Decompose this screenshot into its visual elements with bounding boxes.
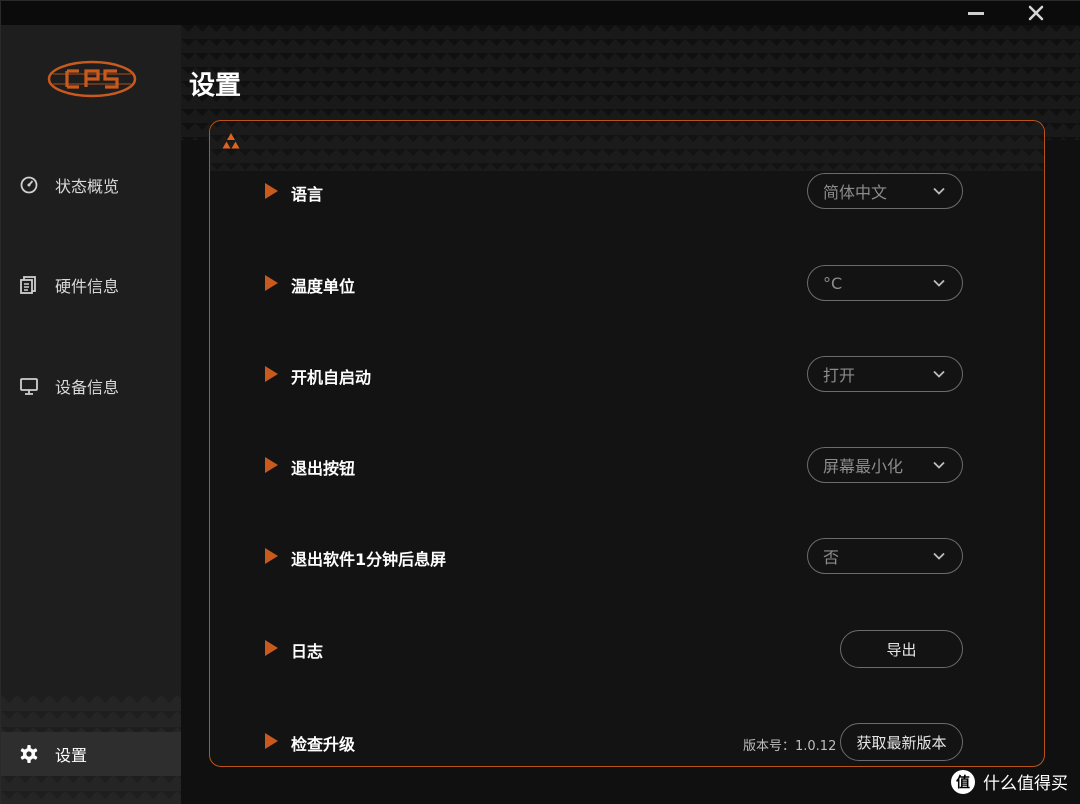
select-value: 否	[823, 548, 840, 567]
main-content: 设置 语言 简体中文 温度单位 °C 开机自启动 打开 退出按钮 屏幕最小化 退…	[181, 25, 1080, 804]
sidebar-item-label: 硬件信息	[55, 277, 120, 296]
row-marker-icon	[265, 183, 278, 199]
select-value: 屏幕最小化	[823, 457, 904, 476]
settings-panel: 语言 简体中文 温度单位 °C 开机自启动 打开 退出按钮 屏幕最小化 退出软件…	[209, 120, 1045, 767]
minimize-button[interactable]	[956, 1, 996, 25]
row-marker-icon	[265, 548, 278, 564]
exit-button-select[interactable]: 屏幕最小化	[807, 447, 963, 483]
row-marker-icon	[265, 733, 278, 749]
setting-row-check-update: 检查升级 版本号：1.0.12 获取最新版本	[265, 721, 1025, 761]
setting-row-autostart: 开机自启动 打开	[265, 354, 1025, 394]
setting-label: 开机自启动	[291, 368, 372, 387]
watermark-text: 什么值得买	[983, 774, 1068, 794]
setting-row-language: 语言 简体中文	[265, 171, 1025, 211]
row-marker-icon	[265, 366, 278, 382]
watermark: 值 什么值得买	[951, 769, 1068, 794]
documents-icon	[19, 275, 39, 295]
chevron-down-icon	[933, 279, 945, 287]
chevron-down-icon	[933, 552, 945, 560]
setting-row-exit-button: 退出按钮 屏幕最小化	[265, 445, 1025, 485]
sidebar-item-status-overview[interactable]: 状态概览	[1, 163, 181, 207]
gear-icon	[19, 744, 39, 764]
app-window: 状态概览 硬件信息 设备信息 设置 设置 语言 简体中文 温度单位 °C 开机自…	[0, 0, 1080, 804]
row-marker-icon	[265, 275, 278, 291]
chevron-down-icon	[933, 187, 945, 195]
sidebar-item-settings[interactable]: 设置	[1, 732, 181, 776]
watermark-badge-icon: 值	[951, 769, 975, 794]
sidebar: 状态概览 硬件信息 设备信息 设置	[1, 25, 181, 804]
page-title: 设置	[189, 71, 242, 101]
get-latest-version-button[interactable]: 获取最新版本	[840, 723, 963, 761]
select-value: 简体中文	[823, 183, 888, 202]
minimize-icon	[968, 11, 984, 15]
setting-row-log: 日志 导出	[265, 628, 1025, 668]
temperature-unit-select[interactable]: °C	[807, 265, 963, 301]
select-value: 打开	[823, 366, 856, 385]
close-icon	[1028, 5, 1044, 21]
select-value: °C	[823, 273, 843, 293]
setting-label: 温度单位	[291, 277, 356, 296]
panel-header-decoration	[210, 121, 1044, 171]
row-marker-icon	[265, 640, 278, 656]
triforce-logo-icon	[222, 133, 240, 149]
setting-row-temperature-unit: 温度单位 °C	[265, 263, 1025, 303]
setting-label: 检查升级	[291, 735, 356, 754]
language-select[interactable]: 简体中文	[807, 173, 963, 209]
sidebar-item-label: 设置	[55, 746, 88, 765]
sidebar-item-device-info[interactable]: 设备信息	[1, 364, 181, 408]
export-log-button[interactable]: 导出	[840, 630, 963, 668]
setting-row-screen-off-after-exit: 退出软件1分钟后息屏 否	[265, 536, 1025, 576]
close-button[interactable]	[1016, 1, 1056, 25]
chevron-down-icon	[933, 461, 945, 469]
sidebar-item-label: 设备信息	[55, 378, 120, 397]
setting-label: 语言	[291, 185, 324, 204]
setting-label: 退出软件1分钟后息屏	[291, 550, 447, 569]
sidebar-item-label: 状态概览	[55, 177, 120, 196]
setting-label: 日志	[291, 642, 324, 661]
screen-off-select[interactable]: 否	[807, 538, 963, 574]
brand-logo	[47, 60, 137, 98]
sidebar-item-hardware-info[interactable]: 硬件信息	[1, 263, 181, 307]
gauge-icon	[19, 175, 39, 195]
monitor-icon	[19, 376, 39, 396]
version-text: 版本号：1.0.12	[743, 739, 837, 754]
autostart-select[interactable]: 打开	[807, 356, 963, 392]
row-marker-icon	[265, 457, 278, 473]
title-bar	[1, 1, 1080, 25]
chevron-down-icon	[933, 370, 945, 378]
setting-label: 退出按钮	[291, 459, 356, 478]
